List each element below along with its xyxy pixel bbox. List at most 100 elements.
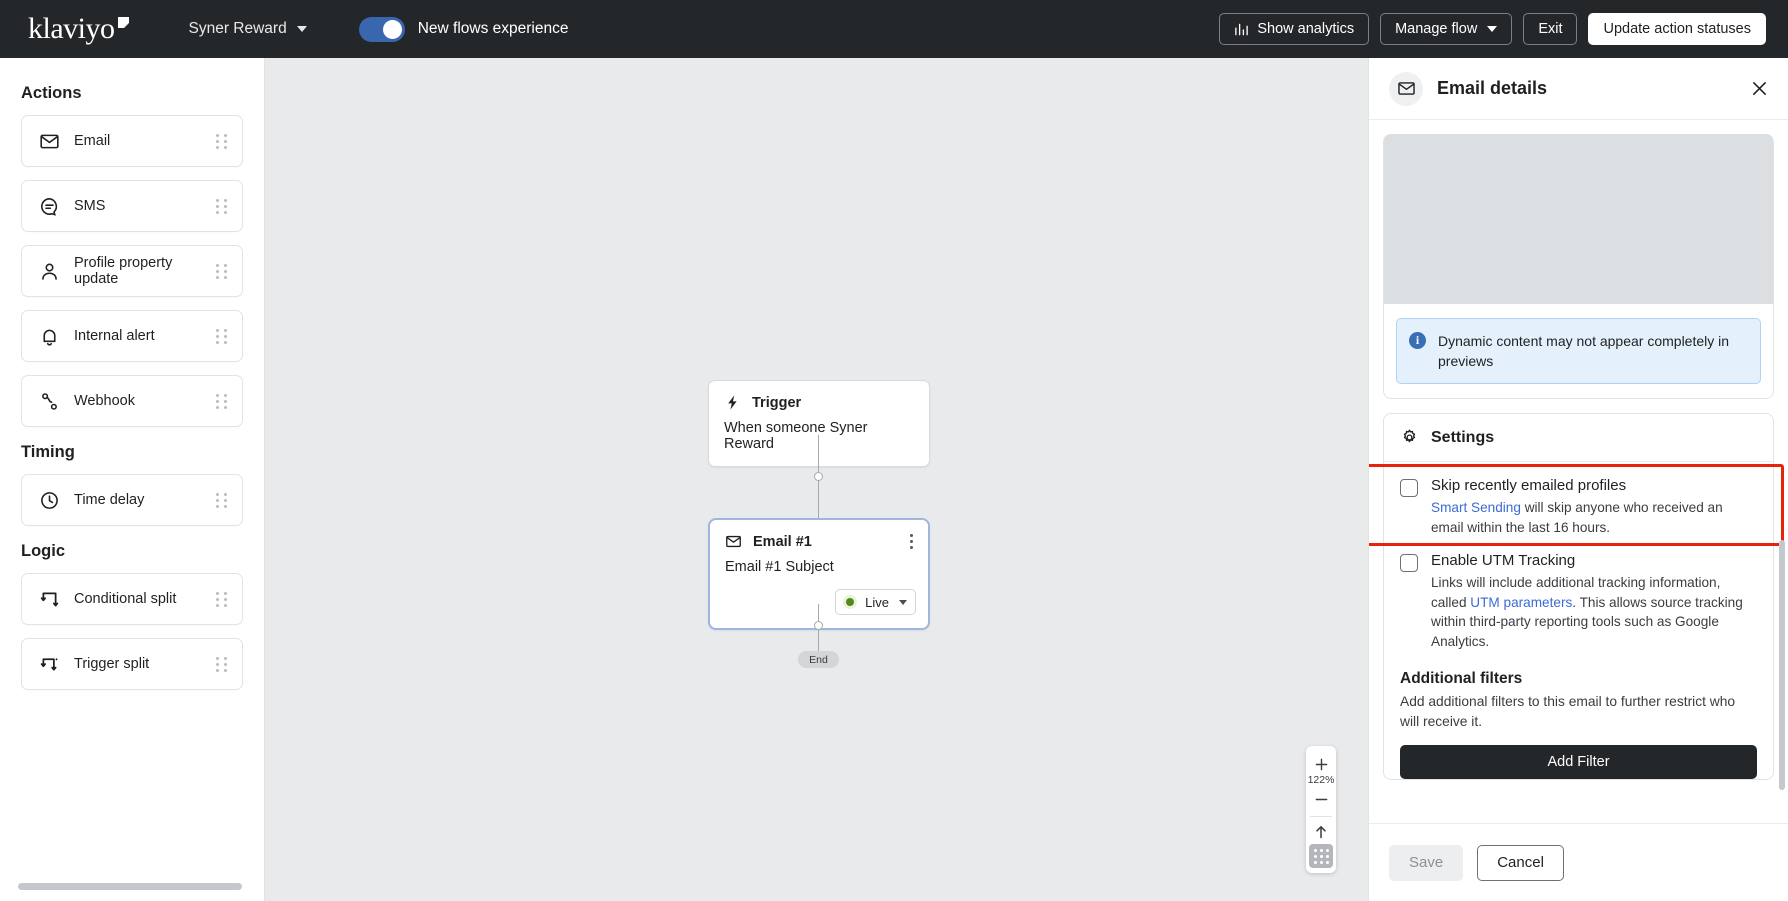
sidebar-item-conditional-split[interactable]: Conditional split	[21, 573, 243, 625]
divider	[1310, 816, 1332, 817]
email-node-title: Email #1	[753, 533, 812, 550]
skip-recently-emailed-profiles-option[interactable]: Skip recently emailed profiles Smart Sen…	[1384, 462, 1773, 540]
email-node-more-options-icon[interactable]	[909, 534, 913, 549]
update-action-statuses-button[interactable]: Update action statuses	[1588, 13, 1766, 45]
drag-handle-icon[interactable]	[216, 656, 228, 672]
person-icon	[38, 260, 60, 282]
add-filter-button[interactable]: Add Filter	[1400, 745, 1757, 779]
lightning-bolt-icon	[724, 394, 741, 411]
exit-label: Exit	[1538, 21, 1563, 37]
show-analytics-button[interactable]: Show analytics	[1219, 13, 1370, 45]
skip-recently-emailed-checkbox[interactable]	[1400, 479, 1418, 497]
toggle-knob	[382, 19, 402, 39]
gear-icon	[1400, 428, 1419, 447]
zoom-level-label: 122%	[1307, 774, 1335, 786]
enable-utm-tracking-label: Enable UTM Tracking	[1431, 552, 1576, 569]
drag-handle-icon[interactable]	[216, 198, 228, 214]
fit-to-screen-button[interactable]	[1306, 820, 1336, 844]
chevron-down-icon	[899, 599, 907, 605]
sidebar-item-label: Trigger split	[74, 656, 150, 672]
panel-body[interactable]: i Dynamic content may not appear complet…	[1369, 120, 1788, 823]
drag-handle-icon[interactable]	[216, 328, 228, 344]
dynamic-content-info-banner: i Dynamic content may not appear complet…	[1396, 318, 1761, 384]
save-button[interactable]: Save	[1389, 844, 1464, 881]
smart-sending-link[interactable]: Smart Sending	[1431, 500, 1521, 515]
chevron-down-icon	[296, 26, 307, 32]
email-node-subtitle: Email #1 Subject	[725, 559, 834, 575]
info-icon: i	[1409, 332, 1426, 349]
chevron-down-icon	[1487, 26, 1498, 32]
arrow-up-icon	[1313, 824, 1329, 840]
bell-icon	[38, 325, 60, 347]
sidebar-item-label: Internal alert	[74, 328, 155, 344]
panel-header: Email details	[1369, 58, 1788, 120]
additional-filters-section: Additional filters Add additional filter…	[1384, 654, 1773, 779]
enable-utm-tracking-checkbox[interactable]	[1400, 554, 1418, 572]
edge-add-node-handle[interactable]	[814, 621, 823, 630]
split-icon	[38, 588, 60, 610]
panel-title: Email details	[1437, 78, 1548, 98]
utm-parameters-link[interactable]: UTM parameters	[1470, 595, 1572, 610]
email-preview-placeholder	[1384, 134, 1773, 304]
zoom-out-button[interactable]	[1306, 787, 1336, 811]
top-bar: klaviyo Syner Reward New flows experienc…	[0, 0, 1788, 58]
sidebar-item-internal-alert[interactable]: Internal alert	[21, 310, 243, 362]
settings-heading: Settings	[1431, 428, 1495, 446]
zoom-in-button[interactable]	[1306, 752, 1336, 776]
additional-filters-description: Add additional filters to this email to …	[1400, 694, 1736, 729]
sidebar-section-title-actions: Actions	[21, 84, 82, 102]
klaviyo-logo[interactable]: klaviyo	[28, 12, 129, 46]
live-status-icon	[843, 595, 858, 609]
drag-handle-icon[interactable]	[216, 591, 228, 607]
new-flows-experience-toggle[interactable]: New flows experience	[358, 16, 568, 42]
close-icon[interactable]	[1749, 78, 1770, 99]
flow-name-dropdown[interactable]: Syner Reward	[189, 20, 307, 38]
settings-card-header: Settings	[1384, 414, 1773, 462]
sidebar-item-profile-property-update[interactable]: Profile property update	[21, 245, 243, 297]
zoom-controls: 122%	[1306, 746, 1336, 873]
envelope-icon	[725, 533, 742, 550]
sms-bubble-icon	[38, 195, 60, 217]
trigger-node-subtitle: When someone Syner Reward	[724, 420, 868, 452]
trigger-node-header: Trigger	[709, 381, 929, 411]
sidebar-item-trigger-split[interactable]: Trigger split	[21, 638, 243, 690]
trigger-split-icon	[38, 653, 60, 675]
panel-footer: Save Cancel	[1369, 823, 1788, 901]
sidebar-item-label: Email	[74, 133, 111, 149]
exit-button[interactable]: Exit	[1523, 13, 1578, 45]
logo-flag-icon	[117, 17, 129, 29]
sidebar-section-title-timing: Timing	[21, 443, 75, 461]
panel-vertical-scrollbar[interactable]	[1779, 540, 1785, 790]
sidebar-horizontal-scrollbar[interactable]	[18, 883, 242, 890]
sidebar-item-label: Webhook	[74, 393, 135, 409]
envelope-icon	[38, 130, 60, 152]
sidebar-item-sms[interactable]: SMS	[21, 180, 243, 232]
trigger-node[interactable]: Trigger When someone Syner Reward	[708, 380, 930, 467]
enable-utm-tracking-description: Links will include additional tracking i…	[1431, 573, 1757, 651]
update-action-statuses-label: Update action statuses	[1603, 21, 1751, 37]
toggle-switch[interactable]	[358, 16, 405, 42]
edge-add-node-handle[interactable]	[814, 472, 823, 481]
sidebar-item-webhook[interactable]: Webhook	[21, 375, 243, 427]
flow-builder-app: klaviyo Syner Reward New flows experienc…	[0, 0, 1788, 901]
drag-handle-icon[interactable]	[216, 492, 228, 508]
email-status-dropdown[interactable]: Live	[835, 589, 916, 615]
envelope-icon	[1389, 71, 1423, 106]
sidebar-item-email[interactable]: Email	[21, 115, 243, 167]
sidebar-item-time-delay[interactable]: Time delay	[21, 474, 243, 526]
email-node[interactable]: Email #1 Email #1 Subject Live	[708, 518, 930, 630]
cancel-button[interactable]: Cancel	[1477, 844, 1564, 881]
webhook-icon	[38, 390, 60, 412]
manage-flow-button[interactable]: Manage flow	[1380, 13, 1513, 45]
grid-icon[interactable]	[1309, 844, 1333, 868]
drag-handle-icon[interactable]	[216, 393, 228, 409]
enable-utm-tracking-option[interactable]: Enable UTM Tracking Links will include a…	[1384, 540, 1773, 654]
email-node-header: Email #1	[710, 520, 928, 550]
drag-handle-icon[interactable]	[216, 263, 228, 279]
drag-handle-icon[interactable]	[216, 133, 228, 149]
flow-canvas[interactable]: Trigger When someone Syner Reward Email …	[265, 58, 1368, 901]
app-body: Actions Email SMS Profile property updat…	[0, 58, 1788, 901]
skip-recently-emailed-label: Skip recently emailed profiles	[1431, 477, 1627, 494]
actions-sidebar: Actions Email SMS Profile property updat…	[0, 58, 265, 901]
email-status-label: Live	[865, 594, 889, 610]
